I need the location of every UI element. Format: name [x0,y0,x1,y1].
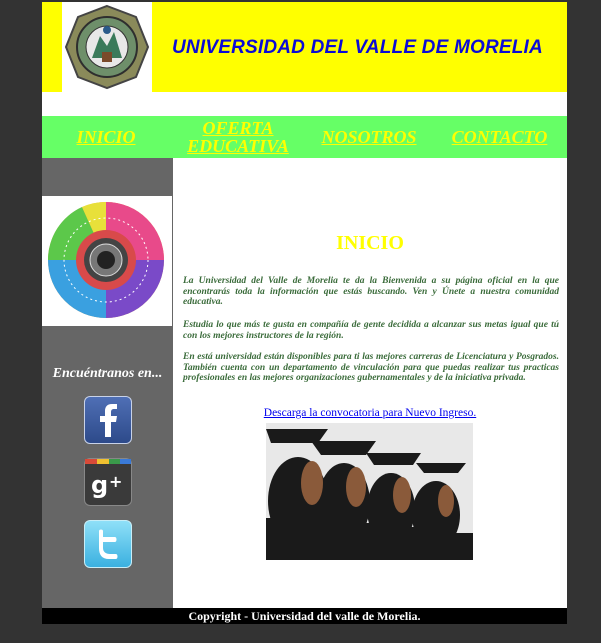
sidebar: Encuéntranos en... g + [42,158,173,608]
download-convocatoria-link[interactable]: Descarga la convocatoria para Nuevo Ingr… [173,407,567,419]
nav-inicio[interactable]: INICIO [42,116,170,158]
programs-paragraph: En está universidad están disponibles pa… [183,352,559,383]
svg-text:+: + [109,472,122,491]
nav-oferta-educativa[interactable]: OFERTA EDUCATIVA [170,116,306,158]
university-logo [62,2,152,92]
main-navigation: INICIO OFERTA EDUCATIVA NOSOTROS CONTACT… [42,116,567,158]
header: UNIVERSIDAD DEL VALLE DE MORELIA [42,2,567,92]
graduates-photo [266,423,473,560]
nav-nosotros[interactable]: NOSOTROS [306,116,432,158]
main-content: INICIO La Universidad del Valle de Morel… [173,158,567,608]
page-title: INICIO [336,232,404,254]
svg-text:g: g [91,471,108,499]
twitter-button[interactable] [84,520,132,568]
page-container: UNIVERSIDAD DEL VALLE DE MORELIA INICIO … [42,2,567,624]
google-plus-button[interactable]: g + [84,458,132,506]
site-title: UNIVERSIDAD DEL VALLE DE MORELIA [172,37,543,58]
google-plus-icon: g + [85,459,131,499]
study-paragraph: Estudia lo que más te gusta en compañía … [183,320,559,341]
color-wheel-image [42,196,172,326]
facebook-button[interactable] [84,396,132,444]
nav-contacto[interactable]: CONTACTO [432,116,567,158]
twitter-icon [99,529,118,559]
find-us-label: Encuéntranos en... [52,366,163,381]
facebook-icon [100,404,117,437]
welcome-paragraph: La Universidad del Valle de Morelia te d… [183,276,559,307]
footer-copyright: Copyright - Universidad del valle de Mor… [42,608,567,624]
